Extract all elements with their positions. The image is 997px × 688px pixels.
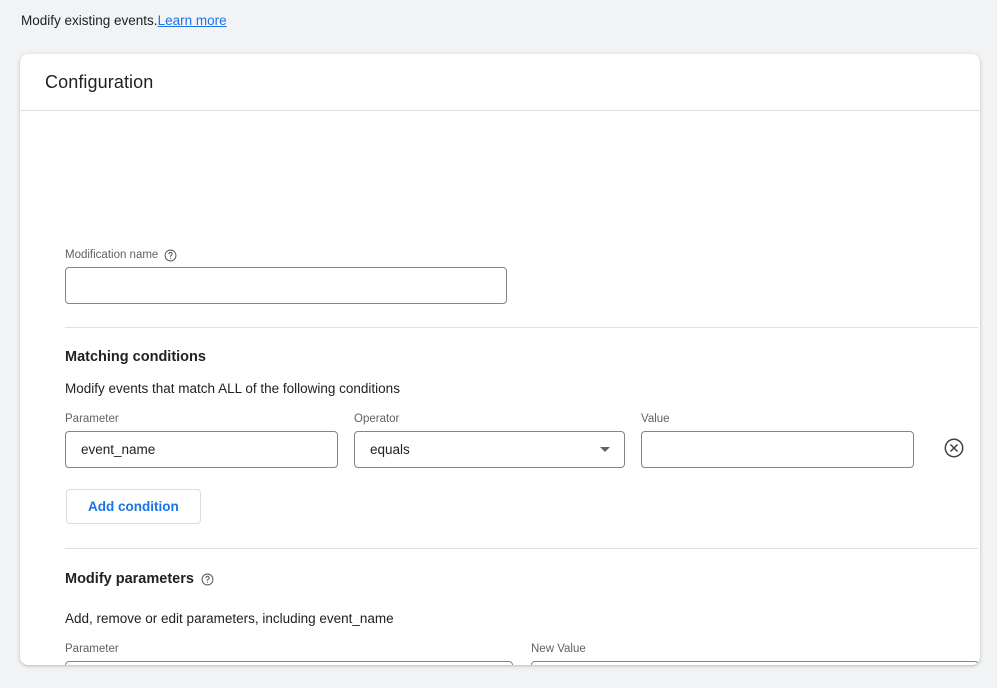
modification-new-value-label: New Value: [531, 642, 979, 656]
modification-name-block: Modification name: [65, 248, 507, 304]
modification-new-value-block: New Value Example: [[source_parameter_na…: [531, 642, 979, 665]
modification-parameter-input[interactable]: event_name: [65, 661, 513, 665]
condition-operator-block: Operator equals: [354, 412, 625, 468]
modify-parameters-heading-text: Modify parameters: [65, 571, 194, 587]
modification-new-value-input[interactable]: Example: [[source_parameter_name]] or ab…: [531, 661, 979, 665]
remove-condition-button[interactable]: [942, 436, 966, 460]
modify-parameters-description: Add, remove or edit parameters, includin…: [65, 610, 394, 628]
add-condition-button[interactable]: Add condition: [66, 489, 201, 524]
page-notice: Modify existing events.Learn more: [21, 12, 227, 30]
help-icon[interactable]: [164, 249, 177, 262]
condition-value-input[interactable]: [641, 431, 914, 468]
modify-parameters-heading: Modify parameters: [65, 571, 214, 587]
condition-parameter-block: Parameter event_name: [65, 412, 338, 468]
divider-modify: [65, 548, 978, 549]
condition-value-block: Value: [641, 412, 914, 468]
learn-more-link[interactable]: Learn more: [158, 13, 227, 28]
modification-name-label-row: Modification name: [65, 248, 507, 262]
matching-conditions-description: Modify events that match ALL of the foll…: [65, 380, 400, 398]
card-header: Configuration: [20, 54, 980, 111]
condition-parameter-input[interactable]: event_name: [65, 431, 338, 468]
configuration-card: Configuration Modification name Matching: [20, 54, 980, 665]
page-notice-text: Modify existing events.: [21, 13, 158, 28]
matching-conditions-heading: Matching conditions: [65, 349, 206, 365]
chevron-down-icon: [600, 447, 610, 452]
condition-operator-select[interactable]: equals: [354, 431, 625, 468]
condition-value-label: Value: [641, 412, 914, 426]
condition-operator-value: equals: [370, 442, 410, 457]
divider-matching: [65, 327, 978, 328]
matching-conditions-heading-text: Matching conditions: [65, 349, 206, 365]
modification-name-input[interactable]: [65, 267, 507, 304]
condition-operator-label: Operator: [354, 412, 625, 426]
help-icon[interactable]: [201, 573, 214, 586]
page-title: Configuration: [45, 72, 153, 93]
modification-parameter-block: Parameter event_name: [65, 642, 513, 665]
condition-parameter-label: Parameter: [65, 412, 338, 426]
modification-parameter-label: Parameter: [65, 642, 513, 656]
modification-name-label: Modification name: [65, 248, 158, 262]
